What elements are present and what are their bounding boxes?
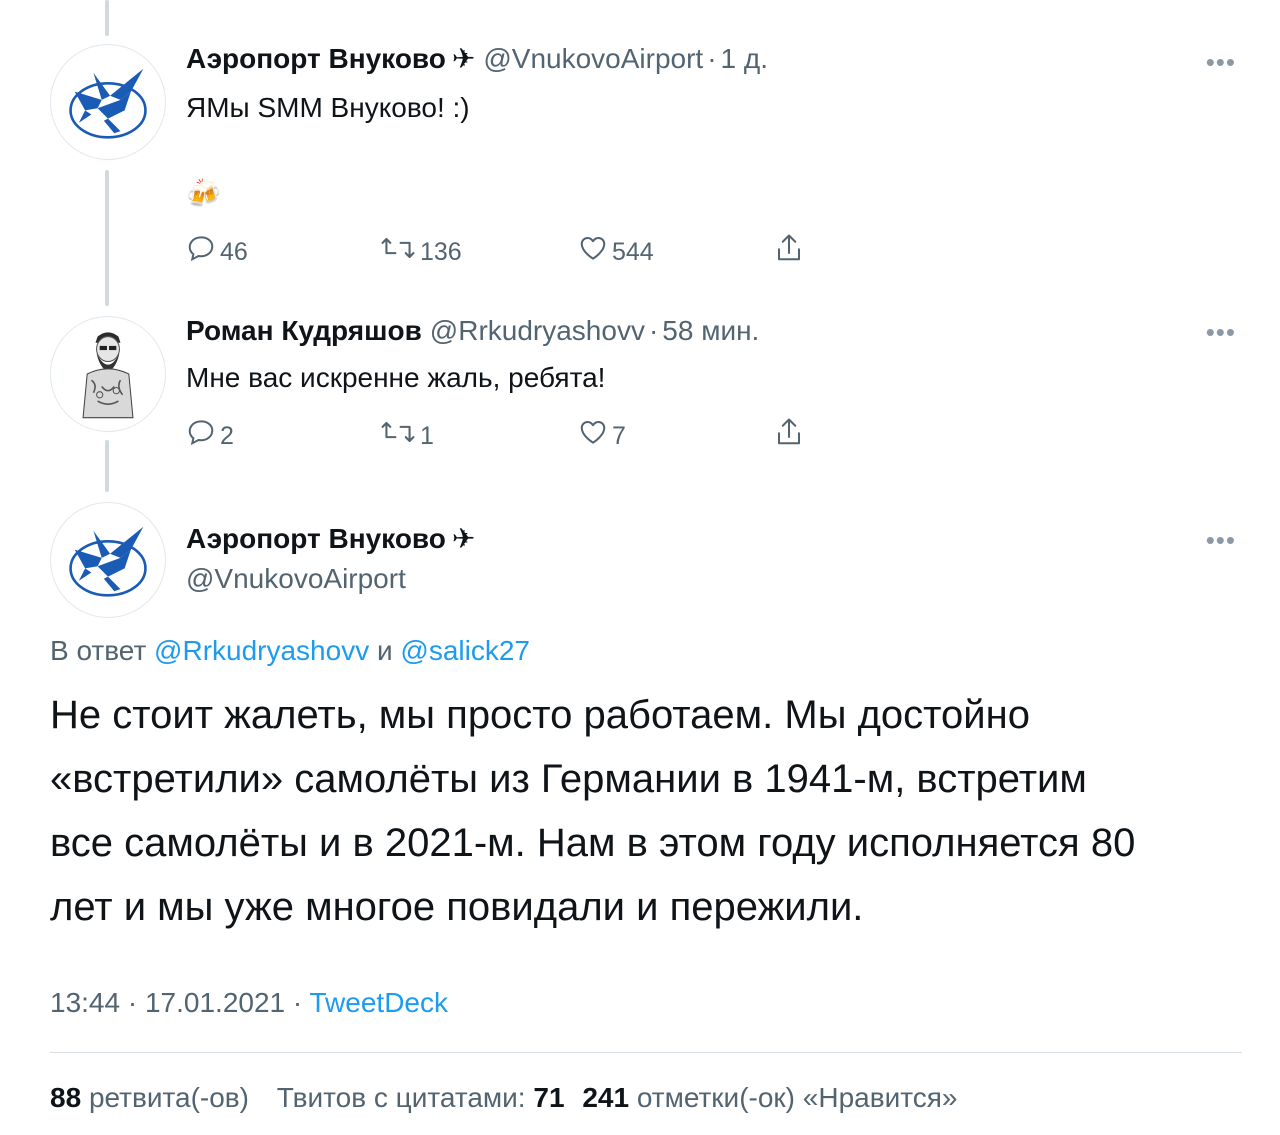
tweet-source-link[interactable]: TweetDeck — [310, 987, 449, 1018]
likes-stat[interactable]: 241 отметки(-ок) «Нравится» — [582, 1082, 957, 1113]
likes-label: отметки(-ок) «Нравится» — [636, 1082, 958, 1113]
separator-dot: · — [285, 987, 310, 1018]
retweet-button[interactable]: 136 — [380, 228, 462, 268]
main-tweet-text: Не стоит жалеть, мы просто работаем. Мы … — [50, 683, 1250, 939]
tweet-date[interactable]: 17.01.2021 — [145, 987, 285, 1018]
more-icon[interactable]: ••• — [1206, 49, 1236, 75]
like-button[interactable]: 7 — [578, 412, 626, 452]
share-icon — [778, 418, 800, 445]
main-author-name-text: Аэропорт Внуково — [186, 523, 446, 554]
thread-line-1 — [105, 170, 109, 306]
separator-dot: · — [120, 987, 145, 1018]
tweet-1-actions: 46 136 544 — [186, 228, 826, 268]
like-count: 7 — [612, 421, 626, 450]
tweet-1-author-name[interactable]: Аэропорт Внуково — [186, 43, 446, 74]
tweet-1-header: Аэропорт Внуково ✈ @VnukovoAirport · 1 д. — [186, 42, 768, 76]
heart-icon — [580, 421, 606, 444]
retweets-stat[interactable]: 88 ретвита(-ов) — [50, 1082, 249, 1113]
likes-count: 241 — [582, 1082, 630, 1113]
reply-button[interactable]: 2 — [186, 412, 234, 452]
vnukovo-logo-icon — [69, 68, 147, 139]
more-icon[interactable]: ••• — [1206, 319, 1236, 345]
reply-to-and: и — [369, 635, 401, 666]
retweet-button[interactable]: 1 — [380, 412, 434, 452]
reply-to-user-link[interactable]: @Rrkudryashovv — [154, 635, 369, 666]
tweet-stats: 88 ретвита(-ов) Твитов с цитатами: 71 24… — [50, 1080, 957, 1116]
retweet-icon — [381, 237, 415, 259]
plane-icon: ✈ — [451, 43, 476, 74]
retweets-count: 88 — [50, 1082, 82, 1113]
reply-button[interactable]: 46 — [186, 228, 248, 268]
main-text-line: лет и мы уже многое повидали и пережили. — [50, 885, 864, 929]
reply-to-prefix: В ответ — [50, 635, 155, 666]
tweet-1-time[interactable]: 1 д. — [721, 43, 768, 74]
tweet-1-text: ЯМы SMM Внуково! :) — [186, 92, 470, 123]
tweet-time[interactable]: 13:44 — [50, 987, 120, 1018]
heart-icon — [580, 237, 606, 260]
reply-to-user-link[interactable]: @salick27 — [400, 635, 530, 666]
share-icon — [778, 234, 800, 261]
tweet-2-text: Мне вас искренне жаль, ребята! — [186, 362, 606, 393]
share-button[interactable] — [774, 228, 804, 268]
tweet-thread-page: Аэропорт Внуково ✈ @VnukovoAirport · 1 д. ••… — [0, 0, 1280, 1135]
tweet-2-header: Роман Кудряшов @Rrkudryashovv · 58 мин. — [186, 314, 759, 348]
like-button[interactable]: 544 — [578, 228, 654, 268]
quotes-count: 71 — [533, 1082, 565, 1113]
thread-line-top — [105, 0, 109, 36]
main-author-name[interactable]: Аэропорт Внуково ✈ — [186, 522, 475, 556]
main-text-line: «встретили» самолёты из Германии в 1941-… — [50, 757, 1087, 801]
retweets-label: ретвита(-ов) — [88, 1082, 249, 1113]
tweet-2-author-name[interactable]: Роман Кудряшов — [186, 315, 422, 346]
like-count: 544 — [612, 237, 654, 266]
divider — [50, 1052, 1242, 1053]
retweet-count: 136 — [420, 237, 462, 266]
vnukovo-logo-icon — [69, 526, 147, 597]
retweet-count: 1 — [420, 421, 434, 450]
reply-count: 46 — [220, 237, 248, 266]
more-icon[interactable]: ••• — [1206, 527, 1236, 553]
main-text-line: Не стоит жалеть, мы просто работаем. Мы … — [50, 693, 1030, 737]
reply-to-line: В ответ @Rrkudryashovv и @salick27 — [50, 634, 530, 668]
separator-dot: · — [707, 43, 717, 74]
reply-icon — [188, 236, 214, 262]
separator-dot: · — [648, 315, 659, 346]
retweet-icon — [381, 421, 415, 443]
tweet-2-time[interactable]: 58 мин. — [662, 315, 759, 346]
plane-icon: ✈ — [451, 523, 476, 554]
avatar-vnukovo-main[interactable] — [50, 502, 166, 618]
avatar-vnukovo[interactable] — [50, 44, 166, 160]
thread-line-2 — [105, 440, 109, 492]
tweet-2-actions: 2 1 7 — [186, 412, 826, 452]
reply-count: 2 — [220, 421, 234, 450]
bearded-man-avatar-icon — [56, 322, 160, 426]
avatar-roman[interactable] — [50, 316, 166, 432]
tweet-meta: 13:44 · 17.01.2021 · TweetDeck — [50, 985, 448, 1021]
beer-emoji: 🍻 — [186, 178, 221, 209]
main-author-handle[interactable]: @VnukovoAirport — [186, 562, 406, 596]
tweet-1-handle[interactable]: @VnukovoAirport — [483, 43, 703, 74]
tweet-2-handle[interactable]: @Rrkudryashovv — [430, 315, 645, 346]
reply-icon — [188, 420, 214, 446]
share-button[interactable] — [774, 412, 804, 452]
main-text-line: все самолёты и в 2021-м. Нам в этом году… — [50, 821, 1136, 865]
quotes-stat[interactable]: Твитов с цитатами: 71 — [277, 1082, 565, 1113]
quotes-label: Твитов с цитатами: — [276, 1082, 526, 1113]
